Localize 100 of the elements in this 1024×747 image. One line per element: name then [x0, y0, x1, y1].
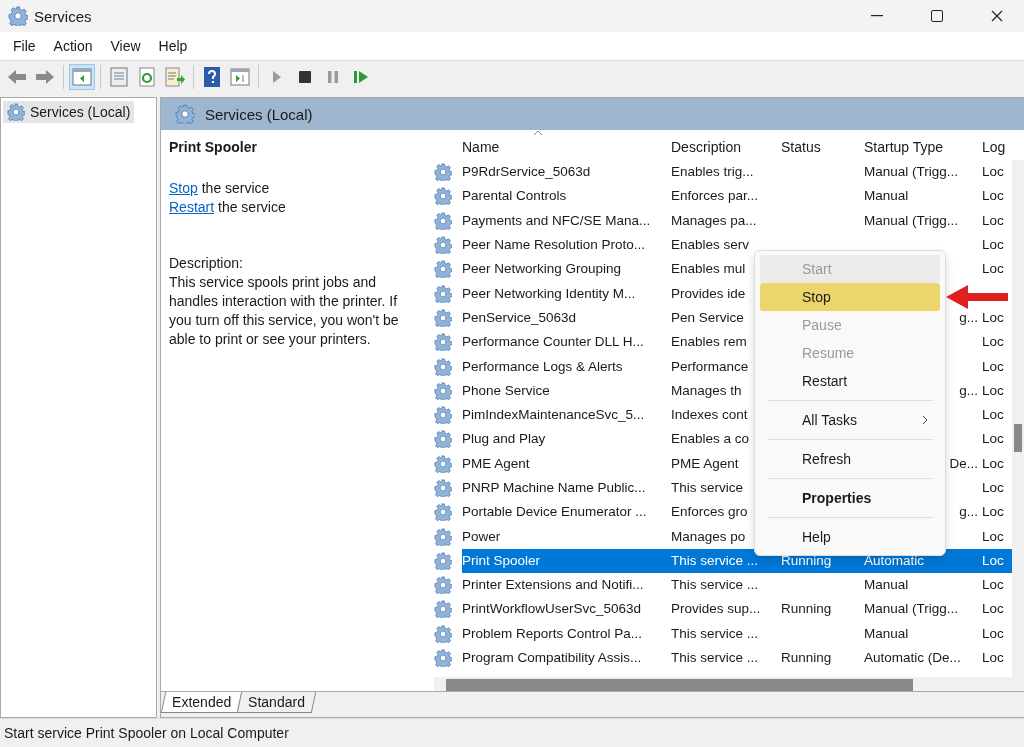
pause-icon: [327, 69, 339, 84]
gear-icon: [434, 236, 452, 255]
table-cell-text: Performance: [671, 357, 750, 376]
status-text: Start service Print Spooler on Local Computer: [4, 725, 289, 741]
forward-arrow-icon: [35, 68, 55, 85]
table-cell-text: Manual (Trigg...: [864, 600, 960, 619]
gear-icon: [434, 649, 452, 668]
service-name[interactable]: P9RdrService_5063d: [462, 160, 671, 185]
service-name[interactable]: Performance Logs & Alerts: [462, 354, 671, 379]
context-menu-item[interactable]: Properties: [760, 484, 940, 512]
service-name[interactable]: PimIndexMaintenanceSvc_5...: [462, 403, 671, 428]
context-menu-item[interactable]: All Tasks: [760, 406, 940, 434]
table-cell-text: Enables trig...: [671, 163, 755, 182]
table-cell-text: Manual: [864, 624, 910, 643]
gear-icon: [434, 163, 452, 182]
table-cell-text: Manual (Trigg...: [864, 163, 960, 182]
table-cell-text: Loc: [982, 406, 1005, 425]
table-cell-text: Running: [781, 600, 833, 619]
service-name[interactable]: Peer Name Resolution Proto...: [462, 233, 671, 258]
menu-item[interactable]: View: [101, 38, 150, 54]
service-name[interactable]: PNRP Machine Name Public...: [462, 476, 671, 500]
service-name[interactable]: PME Agent: [462, 451, 671, 476]
service-name[interactable]: Performance Counter DLL H...: [462, 330, 671, 355]
gear-icon: [434, 187, 452, 206]
gear-icon: [434, 430, 452, 449]
service-name[interactable]: Print Spooler: [462, 548, 671, 573]
service-name[interactable]: Portable Device Enumerator ...: [462, 500, 671, 525]
back-arrow-icon: [7, 68, 27, 85]
export-list-icon: [165, 66, 185, 87]
service-name[interactable]: PrintWorkflowUserSvc_5063d: [462, 597, 671, 622]
horizontal-scrollbar[interactable]: [434, 677, 1024, 691]
menu-item[interactable]: Action: [44, 38, 102, 54]
table-cell-text: Manages po: [671, 527, 747, 546]
action-link[interactable]: Stop: [169, 180, 198, 196]
service-name[interactable]: Program Compatibility Assis...: [462, 646, 671, 671]
resume-icon: [353, 68, 369, 85]
maximize-icon: [931, 10, 943, 22]
view-tab[interactable]: Standard: [236, 692, 317, 713]
menu-item[interactable]: Help: [149, 38, 197, 54]
service-name[interactable]: Payments and NFC/SE Mana...: [462, 208, 671, 233]
column-header[interactable]: Description: [671, 139, 781, 155]
table-cell-text: g...: [958, 503, 979, 522]
service-name[interactable]: PenService_5063d: [462, 305, 671, 330]
table-cell-text: Enables serv: [671, 236, 751, 255]
service-name[interactable]: Power: [462, 524, 671, 549]
gear-icon: [434, 454, 452, 473]
gear-icon: [175, 104, 195, 124]
window-title: Services: [34, 7, 93, 25]
close-icon: [991, 10, 1003, 22]
table-cell-text: Loc: [982, 357, 1005, 376]
vertical-scrollbar[interactable]: [1012, 160, 1024, 677]
table-cell-text: Loc: [982, 576, 1005, 595]
description-label: Description:: [169, 254, 244, 273]
table-cell-text: Enables mul: [671, 260, 747, 279]
view-tab[interactable]: Extended: [160, 692, 243, 713]
menu-item[interactable]: File: [4, 38, 45, 54]
service-name[interactable]: Printer Extensions and Notifi...: [462, 573, 671, 598]
table-cell-text: Provides sup...: [671, 600, 762, 619]
play-icon: [271, 68, 283, 85]
gear-icon: [434, 211, 452, 230]
action-text: the service: [201, 180, 270, 196]
description-text: This service spools print jobs and handles interaction with the printer. If you turn off this service, you won't be able to print or see your printers.: [169, 273, 400, 349]
tree-item[interactable]: Services (Local): [3, 101, 135, 123]
context-menu-item[interactable]: Restart: [760, 367, 940, 395]
gear-icon: [434, 479, 452, 497]
table-cell-text: Manages th: [671, 381, 743, 400]
table-cell-text: Enables rem: [671, 333, 748, 352]
table-cell-text: This service ...: [671, 576, 760, 595]
table-cell-text: This service ...: [671, 649, 760, 668]
action-link[interactable]: Restart: [169, 199, 215, 215]
gear-icon: [8, 6, 28, 26]
table-cell-text: Manages pa...: [671, 211, 758, 230]
column-header[interactable]: Log: [982, 139, 1024, 155]
table-cell-text: Enables a co: [671, 430, 751, 449]
column-header[interactable]: Startup Type: [864, 139, 982, 155]
table-cell-text: Pen Service: [671, 308, 745, 327]
action-text: the service: [218, 199, 286, 215]
console-tree-icon: [72, 67, 92, 86]
service-name[interactable]: Phone Service: [462, 378, 671, 403]
service-name[interactable]: Peer Networking Grouping: [462, 257, 671, 282]
service-name[interactable]: Plug and Play: [462, 427, 671, 452]
gear-icon: [434, 284, 452, 303]
table-cell-text: Loc: [982, 430, 1005, 449]
gear-icon: [434, 624, 452, 643]
table-cell-text: Automatic (De...: [864, 649, 962, 668]
gear-icon: [434, 527, 452, 546]
gear-icon: [434, 406, 452, 425]
table-cell-text: Enforces par...: [671, 187, 760, 206]
table-cell-text: Loc: [982, 454, 1005, 473]
context-menu-item[interactable]: Help: [760, 523, 940, 551]
column-header[interactable]: Name: [462, 139, 671, 155]
context-menu-item[interactable]: Stop: [760, 283, 940, 311]
service-name[interactable]: Problem Reports Control Pa...: [462, 621, 671, 646]
table-cell-text: Loc: [982, 527, 1005, 546]
table-cell-text: Loc: [982, 381, 1005, 400]
service-name[interactable]: Parental Controls: [462, 184, 671, 209]
service-name[interactable]: Peer Networking Identity M...: [462, 281, 671, 306]
column-header[interactable]: Status: [781, 139, 864, 155]
context-menu-item[interactable]: Refresh: [760, 445, 940, 473]
table-cell-text: Loc: [982, 503, 1005, 522]
